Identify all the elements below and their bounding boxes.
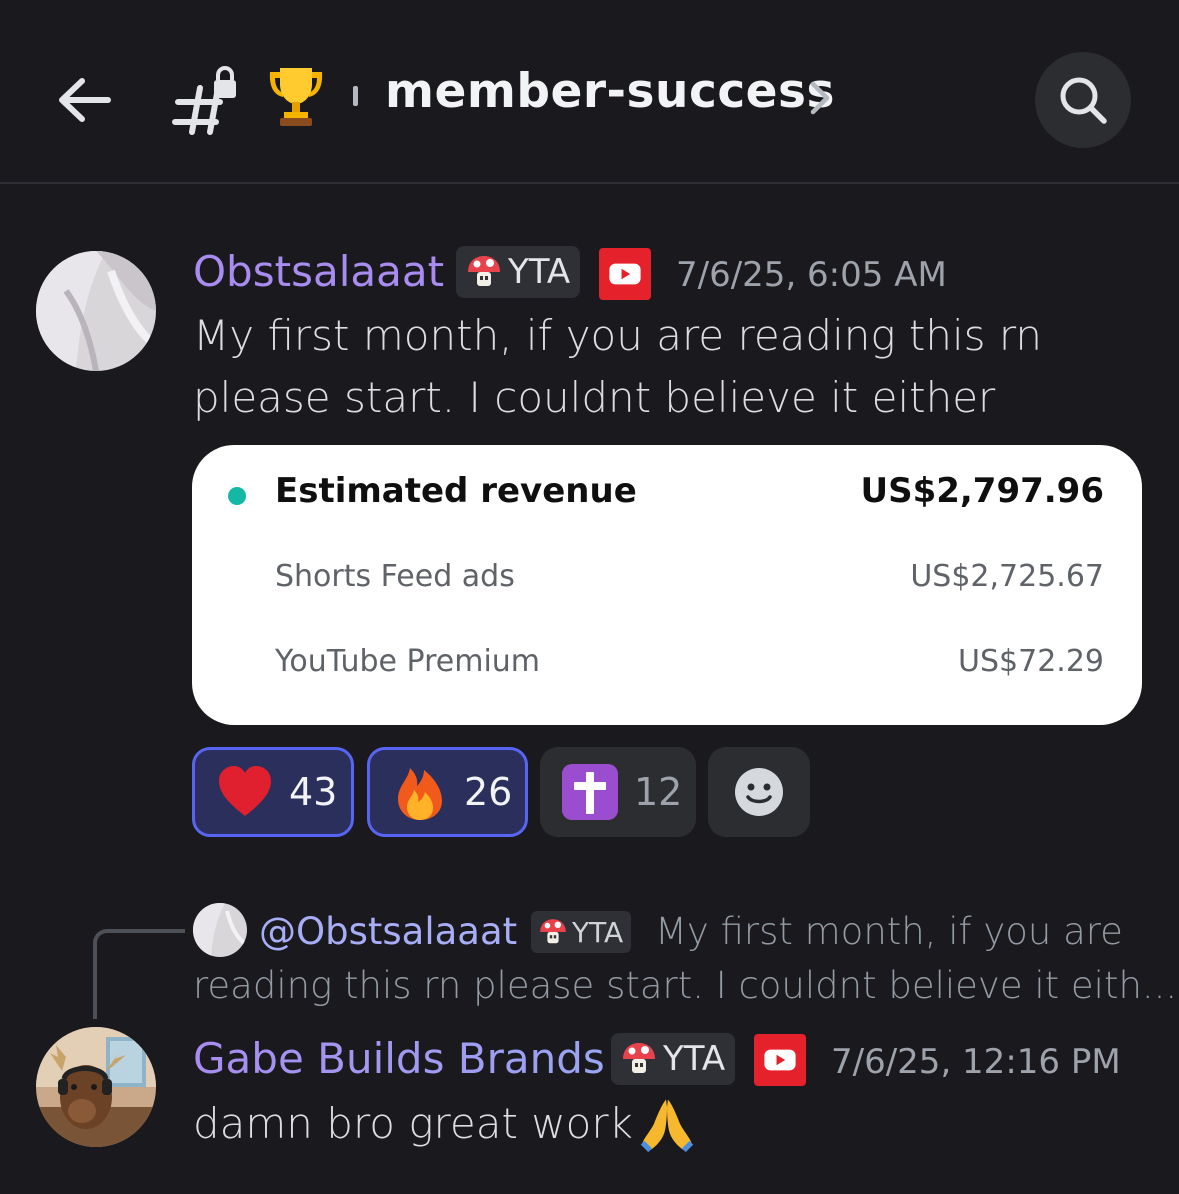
message-text: My first month, if you are reading this …	[193, 305, 1042, 429]
search-icon	[1060, 77, 1107, 124]
reaction-count: 12	[634, 770, 683, 814]
reply-mention[interactable]: @Obstsalaaat	[259, 910, 517, 953]
heart-icon	[219, 766, 271, 816]
reaction-count: 26	[464, 770, 513, 814]
chevron-right-icon[interactable]	[805, 78, 833, 118]
timestamp: 7/6/25, 12:16 PM	[831, 1042, 1121, 1082]
timestamp: 7/6/25, 6:05 AM	[676, 255, 947, 295]
folded-hands-icon	[640, 1099, 694, 1153]
mushroom-icon	[468, 256, 500, 286]
add-reaction-button[interactable]	[708, 747, 810, 837]
reaction-fire[interactable]: 26	[367, 747, 528, 837]
username[interactable]: Gabe Builds Brands	[193, 1034, 605, 1083]
tag-badge[interactable]: YTA	[456, 246, 581, 298]
arrow-left-icon	[59, 78, 111, 122]
youtube-icon	[764, 1049, 796, 1071]
latin-cross-icon	[562, 764, 618, 820]
message-text: damn bro great work	[193, 1093, 699, 1155]
smiley-add-reaction-icon	[735, 768, 783, 816]
tag-label: YTA	[663, 1039, 726, 1079]
revenue-row-label: Shorts Feed ads	[275, 559, 515, 594]
reply-preview-text[interactable]: My first month, if you are	[655, 910, 1123, 953]
revenue-image-attachment[interactable]: Estimated revenue US$2,797.96 Shorts Fee…	[192, 445, 1142, 725]
reply-connector	[93, 929, 185, 1019]
message-line: damn bro great work	[193, 1099, 633, 1148]
reaction-count: 43	[289, 770, 338, 814]
avatar[interactable]	[36, 251, 156, 371]
tag-label: YTA	[508, 252, 571, 292]
channel-header: member-success	[0, 0, 1179, 184]
revenue-row-value: US$2,725.67	[910, 559, 1104, 594]
reply-avatar[interactable]	[193, 903, 247, 957]
revenue-title: Estimated revenue	[275, 471, 637, 511]
channel-name[interactable]: member-success	[385, 64, 835, 119]
fire-icon	[398, 768, 442, 820]
mushroom-icon	[623, 1043, 655, 1073]
revenue-row-label: YouTube Premium	[275, 644, 541, 679]
reply-tag-badge: YTA	[531, 911, 632, 953]
trophy-emoji-icon	[262, 62, 330, 130]
reply-tag-label: YTA	[572, 915, 624, 949]
locked-hash-icon	[170, 66, 240, 136]
username[interactable]: Obstsalaaat	[193, 247, 444, 296]
revenue-row-value: US$72.29	[958, 644, 1104, 679]
message-line: please start. I couldnt believe it eithe…	[193, 373, 996, 422]
message-line: My first month, if you are reading this …	[193, 311, 1043, 360]
youtube-icon	[609, 263, 641, 285]
reaction-cross[interactable]: 12	[540, 747, 696, 837]
youtube-badge[interactable]	[599, 248, 651, 300]
revenue-total: US$2,797.96	[860, 471, 1104, 511]
avatar[interactable]	[36, 1027, 156, 1147]
youtube-badge[interactable]	[754, 1034, 806, 1086]
mushroom-icon	[540, 919, 566, 944]
search-button[interactable]	[1035, 52, 1131, 148]
back-button[interactable]	[50, 66, 118, 134]
revenue-legend-dot	[228, 487, 246, 505]
channel-separator	[353, 86, 358, 106]
tag-badge[interactable]: YTA	[611, 1033, 736, 1085]
reply-preview-text[interactable]: reading this rn please start. I couldnt …	[193, 964, 1177, 1007]
reaction-heart[interactable]: 43	[192, 747, 354, 837]
